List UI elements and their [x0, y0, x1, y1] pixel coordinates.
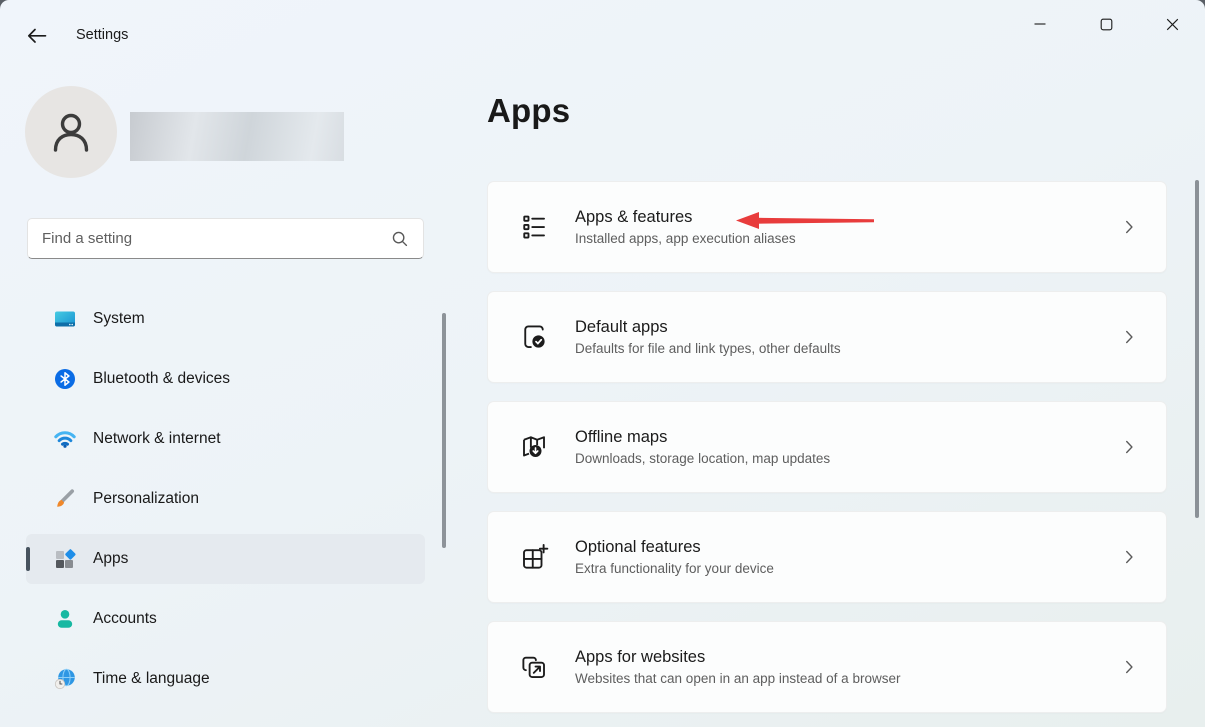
bluetooth-icon — [53, 367, 77, 391]
red-arrow-annotation — [736, 211, 876, 235]
card-optional-features[interactable]: Optional features Extra functionality fo… — [487, 511, 1167, 603]
card-text: Offline maps Downloads, storage location… — [575, 428, 830, 466]
search-icon — [390, 229, 409, 248]
window-controls — [1007, 0, 1205, 48]
sidebar-item-label: Time & language — [93, 670, 210, 688]
card-subtitle: Downloads, storage location, map updates — [575, 451, 830, 466]
time-language-icon — [53, 667, 77, 691]
default-apps-icon — [519, 322, 549, 352]
personalization-icon — [53, 487, 77, 511]
back-button[interactable] — [20, 20, 52, 52]
minimize-icon — [1034, 18, 1046, 30]
card-text: Optional features Extra functionality fo… — [575, 538, 774, 576]
window-title: Settings — [76, 27, 128, 43]
sidebar-nav: System Bluetooth & devices Network & int… — [26, 294, 425, 714]
card-apps-and-features[interactable]: Apps & features Installed apps, app exec… — [487, 181, 1167, 273]
selected-accent-pill — [26, 547, 30, 571]
sidebar-scrollbar[interactable] — [442, 313, 446, 548]
chevron-right-icon — [1118, 656, 1140, 678]
titlebar: Settings — [0, 0, 1205, 60]
main-scrollbar[interactable] — [1195, 180, 1199, 518]
sidebar-item-personalization[interactable]: Personalization — [26, 474, 425, 524]
card-subtitle: Websites that can open in an app instead… — [575, 671, 900, 686]
settings-window: Settings System — [0, 0, 1205, 727]
maximize-button[interactable] — [1073, 0, 1139, 48]
minimize-button[interactable] — [1007, 0, 1073, 48]
card-title: Apps for websites — [575, 648, 900, 667]
card-subtitle: Extra functionality for your device — [575, 561, 774, 576]
search-box — [27, 218, 424, 259]
card-text: Default apps Defaults for file and link … — [575, 318, 841, 356]
card-offline-maps[interactable]: Offline maps Downloads, storage location… — [487, 401, 1167, 493]
chevron-right-icon — [1118, 216, 1140, 238]
sidebar-item-apps[interactable]: Apps — [26, 534, 425, 584]
sidebar-item-label: Accounts — [93, 610, 157, 628]
sidebar-item-label: Bluetooth & devices — [93, 370, 230, 388]
page-title: Apps — [487, 92, 570, 130]
redacted-user-name — [130, 112, 344, 161]
card-apps-for-websites[interactable]: Apps for websites Websites that can open… — [487, 621, 1167, 713]
maximize-icon — [1100, 18, 1113, 31]
sidebar-item-system[interactable]: System — [26, 294, 425, 344]
sidebar-item-accounts[interactable]: Accounts — [26, 594, 425, 644]
apps-icon — [53, 547, 77, 571]
chevron-right-icon — [1118, 436, 1140, 458]
card-title: Optional features — [575, 538, 774, 557]
offline-maps-icon — [519, 432, 549, 462]
settings-card-list: Apps & features Installed apps, app exec… — [487, 181, 1167, 727]
system-icon — [53, 307, 77, 331]
accounts-icon — [53, 607, 77, 631]
sidebar-item-label: Personalization — [93, 490, 199, 508]
apps-for-websites-icon — [519, 652, 549, 682]
sidebar-item-label: Apps — [93, 550, 128, 568]
card-title: Offline maps — [575, 428, 830, 447]
chevron-right-icon — [1118, 326, 1140, 348]
card-subtitle: Defaults for file and link types, other … — [575, 341, 841, 356]
user-avatar[interactable] — [25, 86, 117, 178]
optional-features-icon — [519, 542, 549, 572]
sidebar-item-bluetooth-devices[interactable]: Bluetooth & devices — [26, 354, 425, 404]
card-title: Default apps — [575, 318, 841, 337]
back-arrow-icon — [25, 25, 47, 47]
sidebar-item-time-language[interactable]: Time & language — [26, 654, 425, 704]
search-input[interactable] — [28, 219, 390, 258]
chevron-right-icon — [1118, 546, 1140, 568]
sidebar-item-label: System — [93, 310, 145, 328]
card-text: Apps for websites Websites that can open… — [575, 648, 900, 686]
sidebar-item-label: Network & internet — [93, 430, 221, 448]
apps-and-features-icon — [519, 212, 549, 242]
card-default-apps[interactable]: Default apps Defaults for file and link … — [487, 291, 1167, 383]
close-button[interactable] — [1139, 0, 1205, 48]
close-icon — [1166, 18, 1179, 31]
sidebar-item-network-internet[interactable]: Network & internet — [26, 414, 425, 464]
person-icon — [45, 106, 97, 158]
network-icon — [53, 427, 77, 451]
